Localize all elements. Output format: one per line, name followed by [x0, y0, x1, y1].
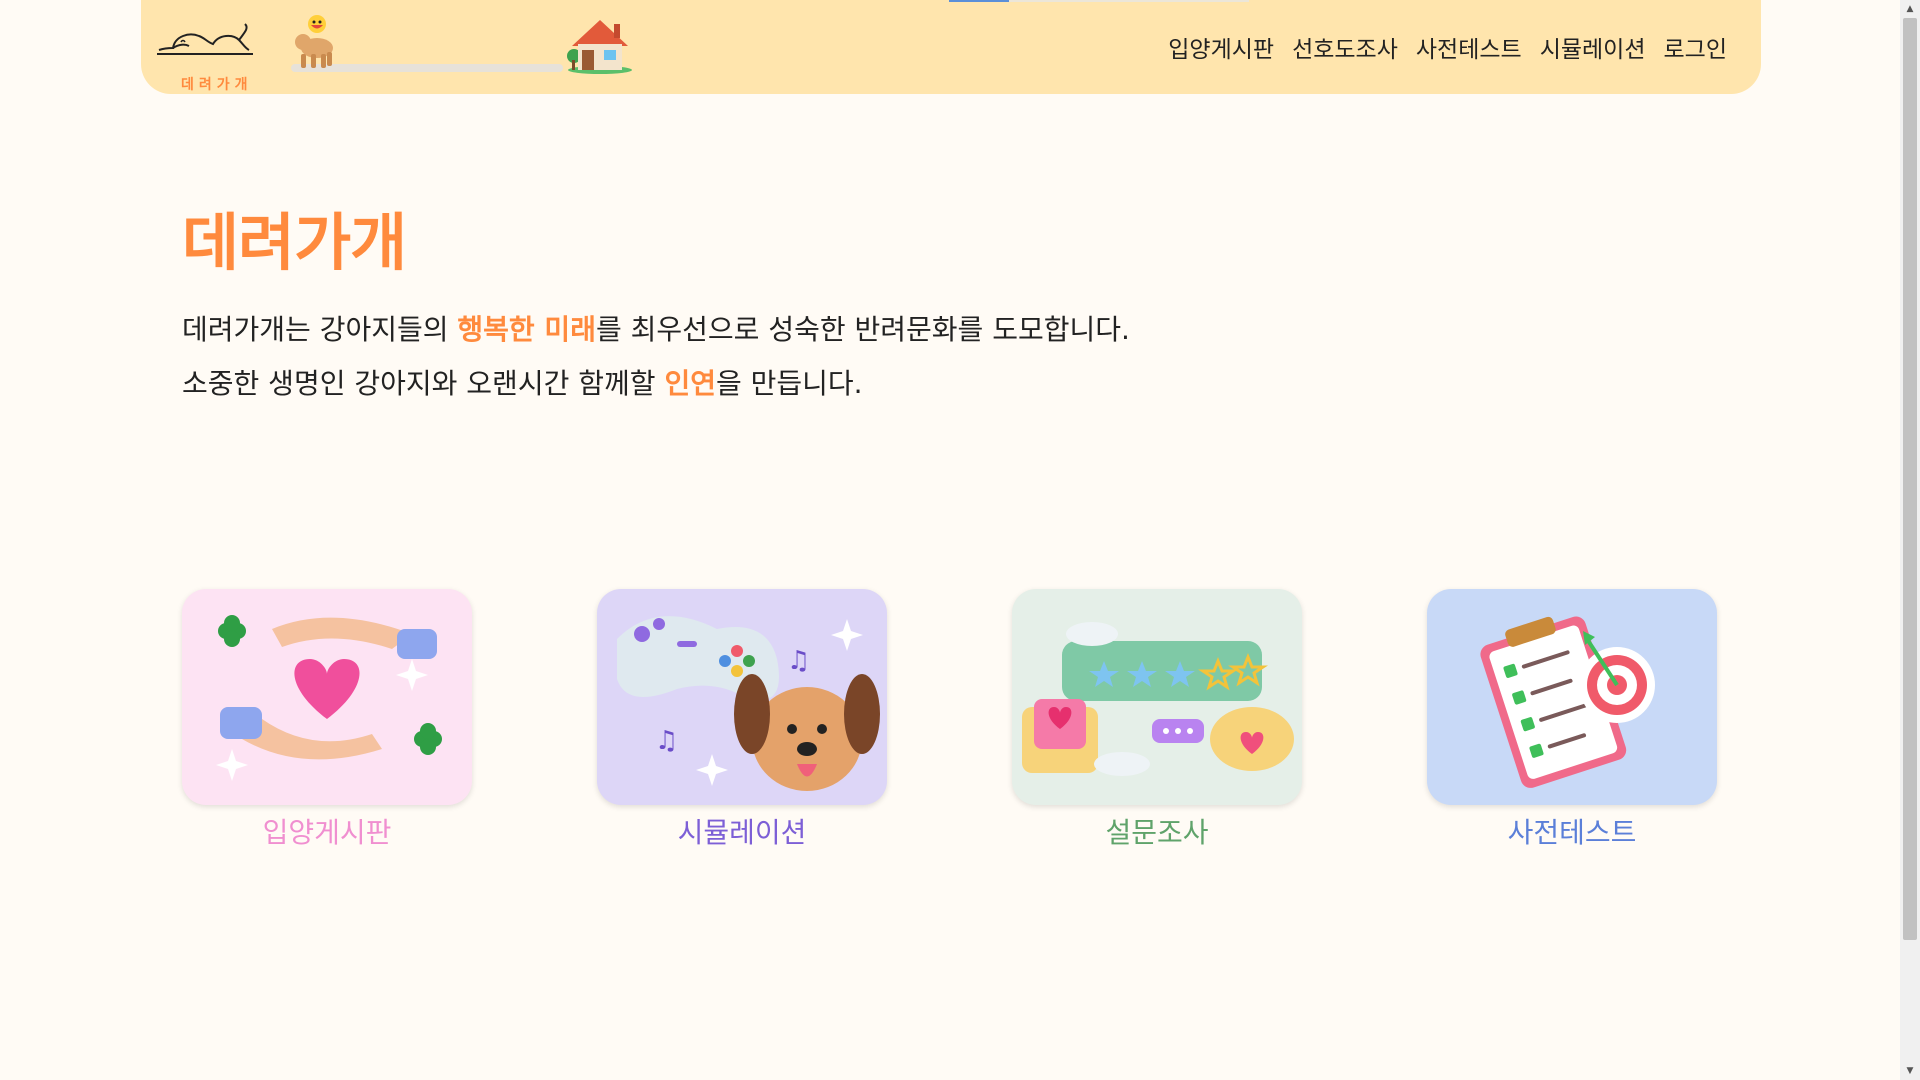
intro-line-2-highlight: 인연: [664, 367, 716, 400]
card-image-simulation[interactable]: ♫ ♫: [597, 589, 887, 805]
intro-line-1-highlight: 행복한 미래: [457, 313, 596, 346]
scroll-down-arrow-icon[interactable]: ▼: [1900, 1062, 1920, 1080]
nav-preference-survey[interactable]: 선호도조사: [1292, 30, 1398, 64]
card-label-simulation[interactable]: 시뮬레이션: [597, 811, 887, 851]
card-pre-test[interactable]: 사전테스트: [1427, 589, 1717, 851]
scroll-thumb[interactable]: [1903, 18, 1917, 940]
svg-text:♫: ♫: [787, 646, 810, 676]
header: 데려가개 입양게시판 선호도조사 사전테스트 시뮬레이션 로그인: [141, 0, 1761, 94]
intro-line-1-after: 를 최우선으로 성숙한 반려문화를 도모합니다.: [595, 313, 1130, 346]
tab-indicator-track: [1009, 0, 1249, 2]
card-survey[interactable]: 설문조사: [1012, 589, 1302, 851]
intro-line-2-before: 소중한 생명인 강아지와 오랜시간 함께할: [182, 367, 665, 400]
rating-stars-icon: [1022, 622, 1294, 776]
nav-login[interactable]: 로그인: [1664, 30, 1727, 64]
card-label-survey[interactable]: 설문조사: [1012, 811, 1302, 851]
logo-text: 데려가개: [181, 77, 253, 93]
intro-line-1-before: 데려가개는 강아지들의: [182, 313, 458, 346]
card-simulation[interactable]: ♫ ♫ 시뮬레이션: [597, 589, 887, 851]
card-image-adoption[interactable]: [182, 589, 472, 805]
scroll-up-arrow-icon[interactable]: ▲: [1900, 0, 1920, 18]
nav-simulation[interactable]: 시뮬레이션: [1540, 30, 1646, 64]
main-nav: 입양게시판 선호도조사 사전테스트 시뮬레이션 로그인: [1168, 30, 1727, 64]
tab-indicator: [949, 0, 1009, 2]
hands-heart-icon: [216, 615, 442, 781]
logo[interactable]: 데려가개: [155, 14, 255, 93]
house-icon: [567, 20, 632, 74]
dog-progress-icon: [295, 15, 333, 68]
card-label-adoption[interactable]: 입양게시판: [182, 811, 472, 851]
intro-line-2: 소중한 생명인 강아지와 오랜시간 함께할 인연을 만듭니다.: [182, 362, 863, 402]
nav-adoption-board[interactable]: 입양게시판: [1168, 30, 1274, 64]
game-controller-dog-icon: ♫♫: [617, 616, 880, 791]
intro-line-1: 데려가개는 강아지들의 행복한 미래를 최우선으로 성숙한 반려문화를 도모합니…: [182, 308, 1130, 348]
intro-line-2-after: 을 만듭니다.: [715, 367, 863, 400]
card-adoption-board[interactable]: 입양게시판: [182, 589, 472, 851]
svg-text:♫: ♫: [655, 726, 678, 756]
card-label-pre-test[interactable]: 사전테스트: [1427, 811, 1717, 851]
sleeping-dog-icon: [157, 23, 253, 55]
card-image-pre-test[interactable]: [1427, 589, 1717, 805]
clipboard-target-icon: [1480, 616, 1655, 788]
nav-pre-test[interactable]: 사전테스트: [1416, 30, 1522, 64]
card-image-survey[interactable]: [1012, 589, 1302, 805]
page-title: 데려가개: [182, 206, 407, 279]
scrollbar[interactable]: ▲ ▼: [1900, 0, 1920, 1080]
